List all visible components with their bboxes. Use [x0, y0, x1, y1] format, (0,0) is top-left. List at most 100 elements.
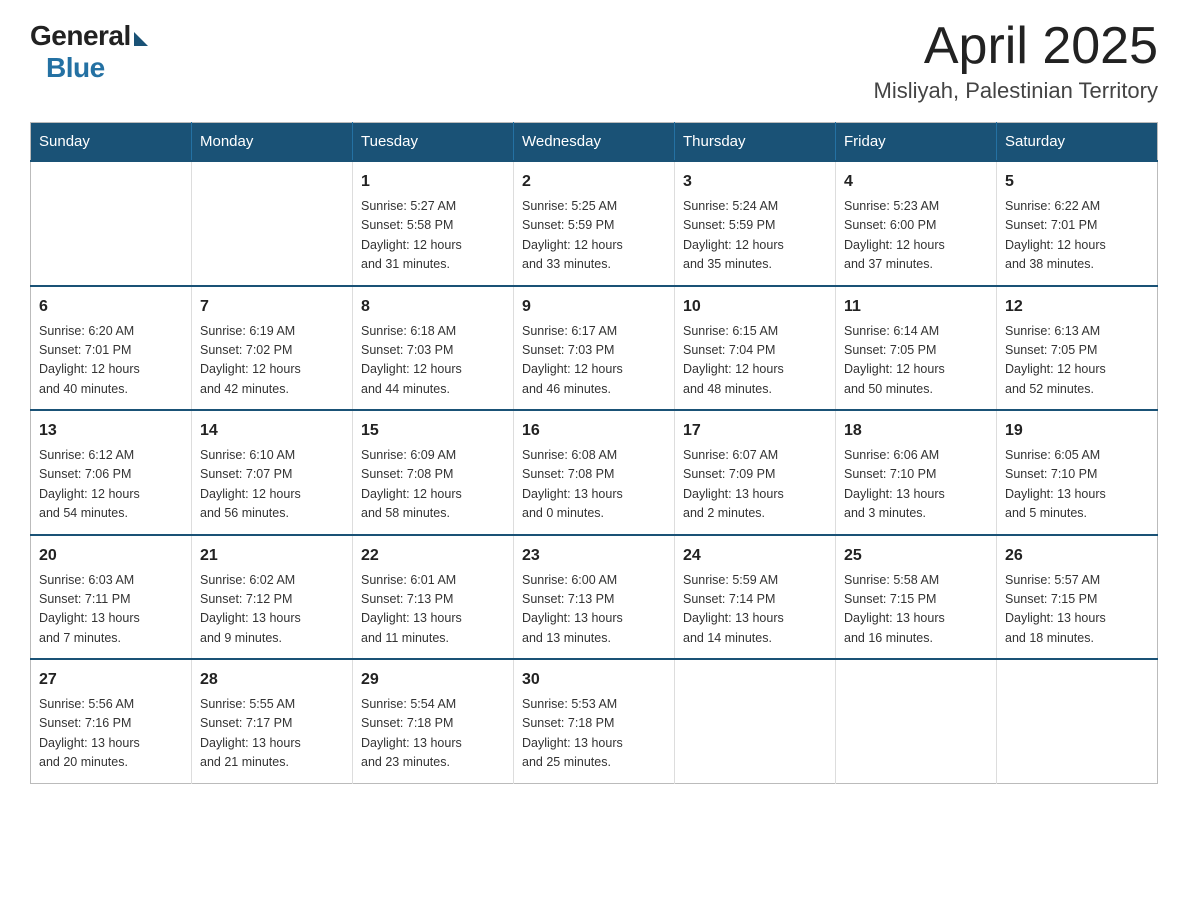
calendar-cell: 23 Sunrise: 6:00 AMSunset: 7:13 PMDayligh…	[514, 535, 675, 660]
day-info: Sunrise: 5:27 AMSunset: 5:58 PMDaylight:…	[361, 197, 505, 275]
day-info: Sunrise: 6:18 AMSunset: 7:03 PMDaylight:…	[361, 322, 505, 400]
calendar-cell: 7 Sunrise: 6:19 AMSunset: 7:02 PMDaylight…	[192, 286, 353, 411]
logo-triangle-icon	[134, 32, 148, 46]
day-info: Sunrise: 5:25 AMSunset: 5:59 PMDaylight:…	[522, 197, 666, 275]
day-number: 4	[844, 170, 988, 194]
day-number: 25	[844, 544, 988, 568]
calendar-week-3: 13 Sunrise: 6:12 AMSunset: 7:06 PMDayligh…	[31, 410, 1158, 535]
day-number: 28	[200, 668, 344, 692]
calendar-cell: 4 Sunrise: 5:23 AMSunset: 6:00 PMDaylight…	[836, 161, 997, 286]
calendar-cell: 21 Sunrise: 6:02 AMSunset: 7:12 PMDayligh…	[192, 535, 353, 660]
logo-blue-text: Blue	[46, 52, 105, 84]
weekday-header-sunday: Sunday	[31, 123, 192, 162]
day-info: Sunrise: 6:05 AMSunset: 7:10 PMDaylight:…	[1005, 446, 1149, 524]
calendar-cell: 29Sunrise: 5:54 AMSunset: 7:18 PMDayligh…	[353, 659, 514, 783]
calendar-week-1: 1Sunrise: 5:27 AMSunset: 5:58 PMDaylight…	[31, 161, 1158, 286]
calendar-cell: 2 Sunrise: 5:25 AMSunset: 5:59 PMDaylight…	[514, 161, 675, 286]
weekday-header-wednesday: Wednesday	[514, 123, 675, 162]
calendar-cell: 15Sunrise: 6:09 AMSunset: 7:08 PMDayligh…	[353, 410, 514, 535]
day-number: 15	[361, 419, 505, 443]
logo: General Blue	[30, 20, 148, 84]
weekday-header-row: SundayMondayTuesdayWednesdayThursdayFrid…	[31, 123, 1158, 162]
calendar-cell: 16 Sunrise: 6:08 AMSunset: 7:08 PMDayligh…	[514, 410, 675, 535]
calendar-cell: 17 Sunrise: 6:07 AMSunset: 7:09 PMDayligh…	[675, 410, 836, 535]
day-info: Sunrise: 6:15 AMSunset: 7:04 PMDaylight:…	[683, 322, 827, 400]
page-title: April 2025	[874, 20, 1158, 72]
calendar-cell: 14 Sunrise: 6:10 AMSunset: 7:07 PMDayligh…	[192, 410, 353, 535]
day-number: 2	[522, 170, 666, 194]
day-number: 18	[844, 419, 988, 443]
day-number: 11	[844, 295, 988, 319]
calendar-cell: 25Sunrise: 5:58 AMSunset: 7:15 PMDayligh…	[836, 535, 997, 660]
day-info: Sunrise: 5:23 AMSunset: 6:00 PMDaylight:…	[844, 197, 988, 275]
day-info: Sunrise: 6:12 AMSunset: 7:06 PMDaylight:…	[39, 446, 183, 524]
day-number: 3	[683, 170, 827, 194]
day-number: 26	[1005, 544, 1149, 568]
day-number: 24	[683, 544, 827, 568]
calendar-week-4: 20Sunrise: 6:03 AMSunset: 7:11 PMDayligh…	[31, 535, 1158, 660]
calendar-cell: 11 Sunrise: 6:14 AMSunset: 7:05 PMDayligh…	[836, 286, 997, 411]
day-info: Sunrise: 6:13 AMSunset: 7:05 PMDaylight:…	[1005, 322, 1149, 400]
logo-general-text: General	[30, 20, 131, 52]
day-info: Sunrise: 6:03 AMSunset: 7:11 PMDaylight:…	[39, 571, 183, 649]
day-number: 16	[522, 419, 666, 443]
calendar-cell: 28 Sunrise: 5:55 AMSunset: 7:17 PMDayligh…	[192, 659, 353, 783]
calendar-cell: 5 Sunrise: 6:22 AMSunset: 7:01 PMDaylight…	[997, 161, 1158, 286]
day-info: Sunrise: 5:53 AMSunset: 7:18 PMDaylight:…	[522, 695, 666, 773]
calendar-cell: 6 Sunrise: 6:20 AMSunset: 7:01 PMDaylight…	[31, 286, 192, 411]
day-info: Sunrise: 6:19 AMSunset: 7:02 PMDaylight:…	[200, 322, 344, 400]
calendar-cell: 3 Sunrise: 5:24 AMSunset: 5:59 PMDaylight…	[675, 161, 836, 286]
calendar-cell: 12Sunrise: 6:13 AMSunset: 7:05 PMDayligh…	[997, 286, 1158, 411]
calendar-week-2: 6 Sunrise: 6:20 AMSunset: 7:01 PMDaylight…	[31, 286, 1158, 411]
calendar-cell: 9Sunrise: 6:17 AMSunset: 7:03 PMDaylight…	[514, 286, 675, 411]
calendar-body: 1Sunrise: 5:27 AMSunset: 5:58 PMDaylight…	[31, 161, 1158, 783]
calendar-cell	[31, 161, 192, 286]
weekday-header-friday: Friday	[836, 123, 997, 162]
day-info: Sunrise: 6:06 AMSunset: 7:10 PMDaylight:…	[844, 446, 988, 524]
day-info: Sunrise: 5:24 AMSunset: 5:59 PMDaylight:…	[683, 197, 827, 275]
day-number: 22	[361, 544, 505, 568]
day-number: 13	[39, 419, 183, 443]
calendar-cell: 24 Sunrise: 5:59 AMSunset: 7:14 PMDayligh…	[675, 535, 836, 660]
day-number: 14	[200, 419, 344, 443]
day-number: 7	[200, 295, 344, 319]
title-area: April 2025 Misliyah, Palestinian Territo…	[874, 20, 1158, 104]
day-info: Sunrise: 6:01 AMSunset: 7:13 PMDaylight:…	[361, 571, 505, 649]
day-info: Sunrise: 6:08 AMSunset: 7:08 PMDaylight:…	[522, 446, 666, 524]
day-info: Sunrise: 5:56 AMSunset: 7:16 PMDaylight:…	[39, 695, 183, 773]
day-info: Sunrise: 6:00 AMSunset: 7:13 PMDaylight:…	[522, 571, 666, 649]
calendar-cell	[836, 659, 997, 783]
calendar-cell	[997, 659, 1158, 783]
calendar-table: SundayMondayTuesdayWednesdayThursdayFrid…	[30, 122, 1158, 784]
weekday-header-tuesday: Tuesday	[353, 123, 514, 162]
calendar-cell: 27 Sunrise: 5:56 AMSunset: 7:16 PMDayligh…	[31, 659, 192, 783]
day-number: 27	[39, 668, 183, 692]
calendar-cell: 19 Sunrise: 6:05 AMSunset: 7:10 PMDayligh…	[997, 410, 1158, 535]
weekday-header-saturday: Saturday	[997, 123, 1158, 162]
day-info: Sunrise: 6:02 AMSunset: 7:12 PMDaylight:…	[200, 571, 344, 649]
day-number: 23	[522, 544, 666, 568]
day-info: Sunrise: 6:10 AMSunset: 7:07 PMDaylight:…	[200, 446, 344, 524]
day-number: 19	[1005, 419, 1149, 443]
day-info: Sunrise: 5:55 AMSunset: 7:17 PMDaylight:…	[200, 695, 344, 773]
day-number: 6	[39, 295, 183, 319]
day-number: 21	[200, 544, 344, 568]
calendar-cell: 30 Sunrise: 5:53 AMSunset: 7:18 PMDayligh…	[514, 659, 675, 783]
day-info: Sunrise: 6:14 AMSunset: 7:05 PMDaylight:…	[844, 322, 988, 400]
calendar-header: SundayMondayTuesdayWednesdayThursdayFrid…	[31, 123, 1158, 162]
day-number: 8	[361, 295, 505, 319]
day-info: Sunrise: 6:07 AMSunset: 7:09 PMDaylight:…	[683, 446, 827, 524]
day-info: Sunrise: 6:20 AMSunset: 7:01 PMDaylight:…	[39, 322, 183, 400]
day-info: Sunrise: 6:22 AMSunset: 7:01 PMDaylight:…	[1005, 197, 1149, 275]
day-info: Sunrise: 5:59 AMSunset: 7:14 PMDaylight:…	[683, 571, 827, 649]
day-number: 29	[361, 668, 505, 692]
calendar-cell	[192, 161, 353, 286]
calendar-cell: 13 Sunrise: 6:12 AMSunset: 7:06 PMDayligh…	[31, 410, 192, 535]
day-info: Sunrise: 6:17 AMSunset: 7:03 PMDaylight:…	[522, 322, 666, 400]
calendar-cell: 20Sunrise: 6:03 AMSunset: 7:11 PMDayligh…	[31, 535, 192, 660]
day-number: 17	[683, 419, 827, 443]
day-number: 30	[522, 668, 666, 692]
calendar-cell: 22 Sunrise: 6:01 AMSunset: 7:13 PMDayligh…	[353, 535, 514, 660]
day-number: 5	[1005, 170, 1149, 194]
calendar-cell: 18 Sunrise: 6:06 AMSunset: 7:10 PMDayligh…	[836, 410, 997, 535]
